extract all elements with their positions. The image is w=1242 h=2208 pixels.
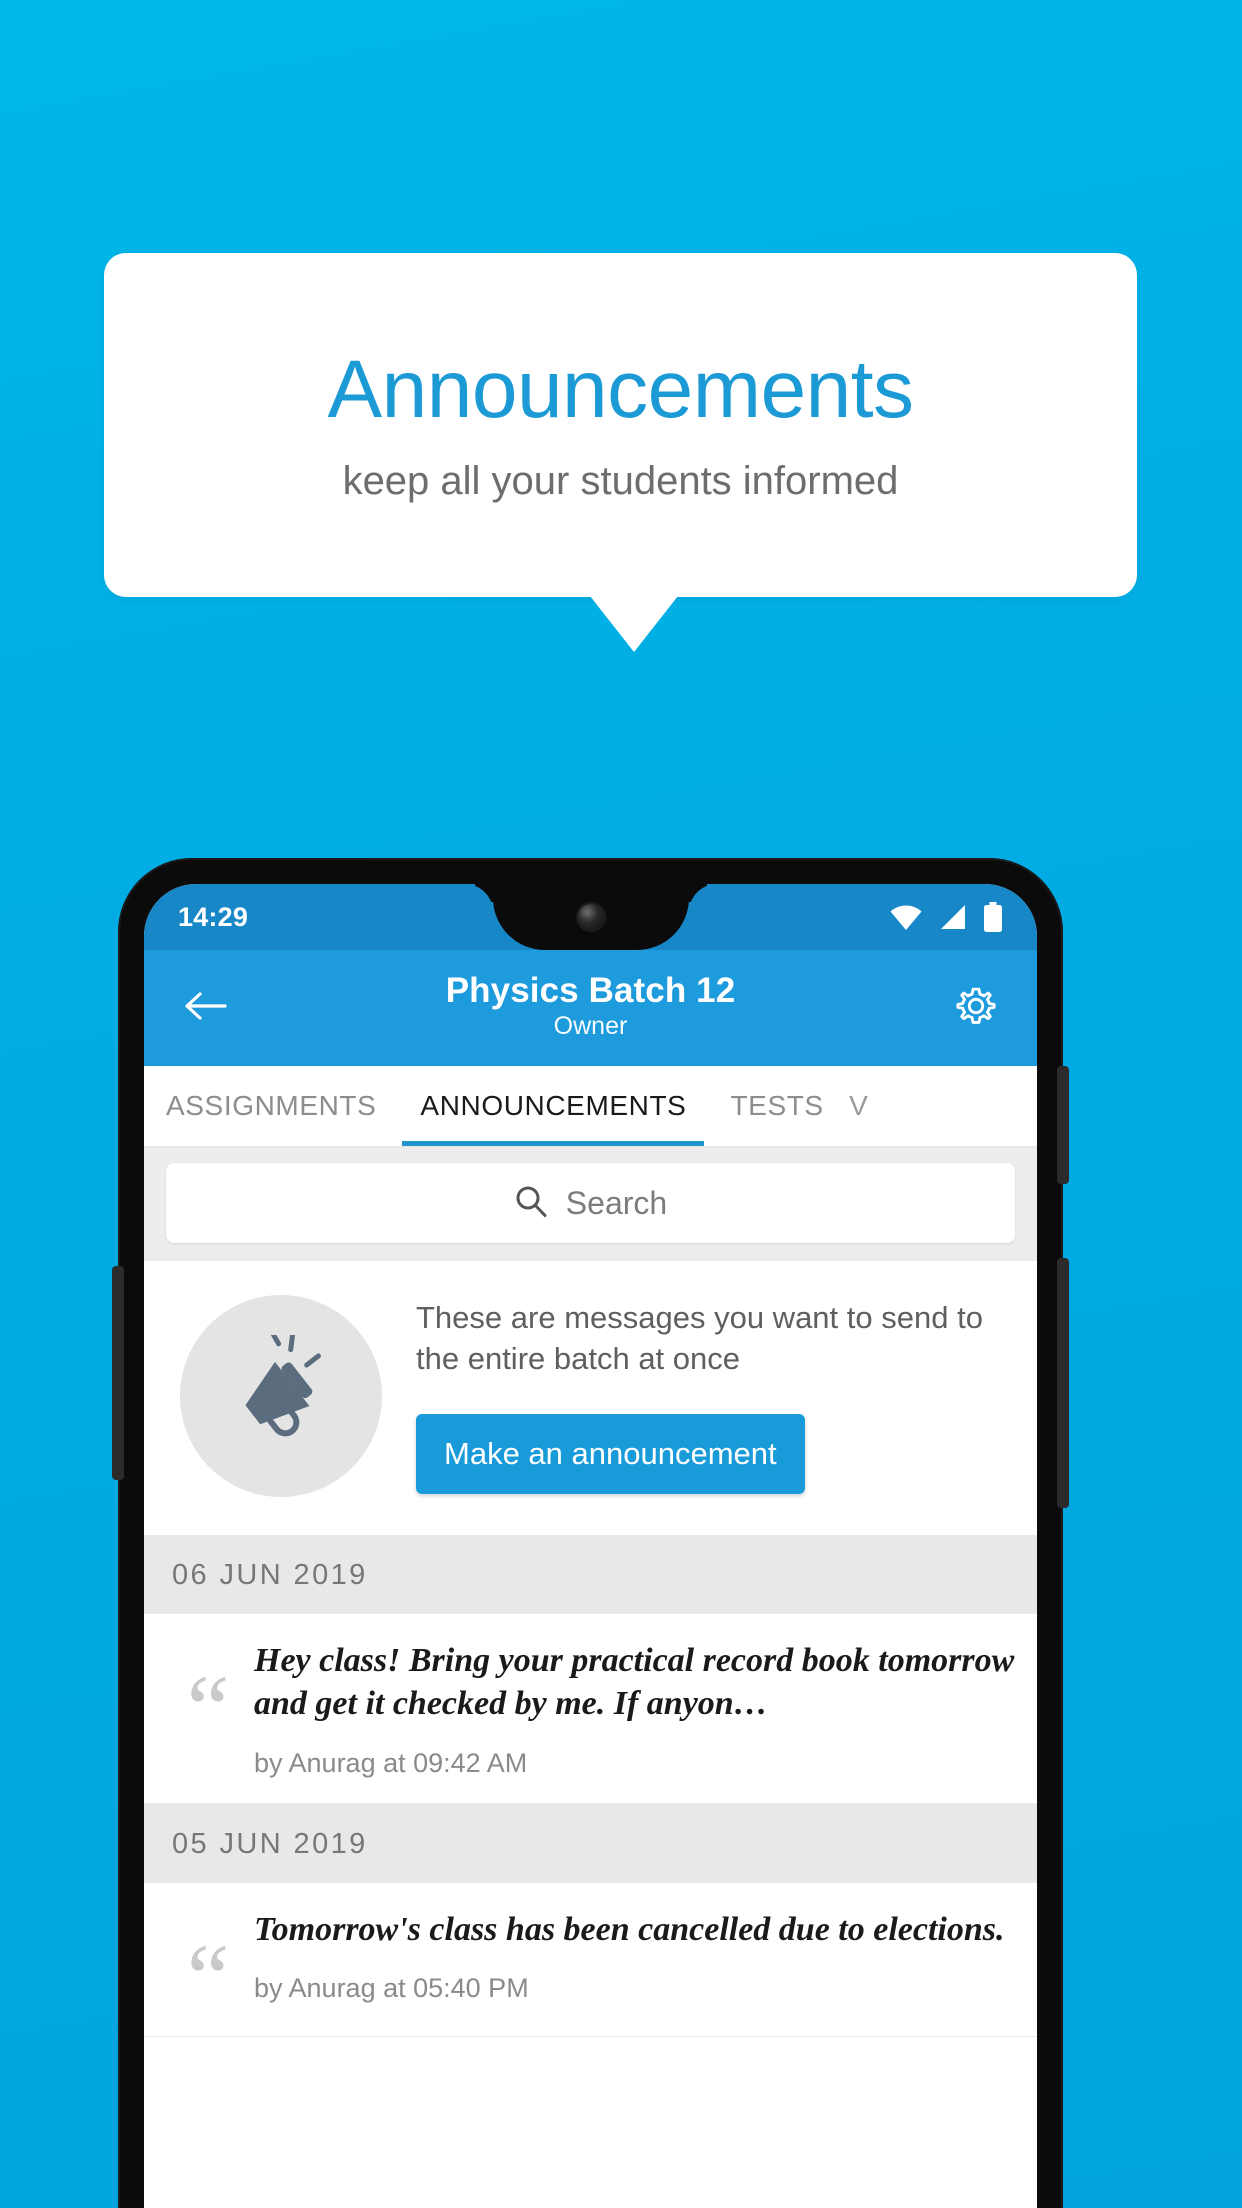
back-button[interactable] xyxy=(174,977,236,1039)
quote-icon: “ xyxy=(186,1923,230,2031)
phone-mockup: 14:29 Physics Batch 12 Owner ASSIGNMENTS… xyxy=(112,858,1069,2208)
make-announcement-button[interactable]: Make an announcement xyxy=(416,1413,805,1494)
page-title: Physics Batch 12 xyxy=(445,970,736,1010)
front-camera-icon xyxy=(577,904,604,930)
promo-card: Announcements keep all your students inf… xyxy=(104,253,1137,597)
quote-icon: “ xyxy=(186,1655,230,1762)
promo-card-tail xyxy=(590,596,678,652)
wifi-icon xyxy=(889,904,923,930)
promo-screenshot: Announcements keep all your students inf… xyxy=(0,0,1242,2208)
search-placeholder: Search xyxy=(565,1184,668,1221)
announcement-content: Tomorrow's class has been cancelled due … xyxy=(254,1909,1015,2005)
settings-button[interactable] xyxy=(945,977,1007,1039)
signal-icon xyxy=(939,904,967,930)
tab-announcements[interactable]: ANNOUNCEMENTS xyxy=(398,1066,708,1146)
phone-side-button-volume[interactable] xyxy=(1057,1066,1069,1184)
date-header: 05 JUN 2019 xyxy=(144,1803,1037,1883)
tab-tests[interactable]: TESTS xyxy=(708,1066,845,1146)
announcement-list-item[interactable]: “ Tomorrow's class has been cancelled du… xyxy=(144,1882,1037,2037)
announcement-text: Tomorrow's class has been cancelled due … xyxy=(254,1910,1005,1948)
phone-notch xyxy=(492,884,689,950)
search-icon xyxy=(514,1184,548,1223)
search-bar-container: Search xyxy=(144,1147,1037,1261)
announcement-content: Hey class! Bring your practical record b… xyxy=(254,1640,1015,1779)
announcement-intro-text: These are messages you want to send to t… xyxy=(416,1300,983,1376)
phone-screen: 14:29 Physics Batch 12 Owner ASSIGNMENTS… xyxy=(144,884,1037,2208)
announcement-intro-card: These are messages you want to send to t… xyxy=(144,1261,1037,1535)
tab-next-partial[interactable]: V xyxy=(846,1066,872,1146)
megaphone-icon xyxy=(222,1329,340,1458)
tab-assignments[interactable]: ASSIGNMENTS xyxy=(144,1066,398,1146)
back-arrow-icon xyxy=(183,989,227,1028)
page-subtitle: Owner xyxy=(553,1012,628,1041)
app-bar-titles: Physics Batch 12 Owner xyxy=(236,970,945,1044)
tab-bar: ASSIGNMENTS ANNOUNCEMENTS TESTS V xyxy=(144,1066,1037,1147)
status-bar-clock: 14:29 xyxy=(178,901,249,932)
announcement-intro-content: These are messages you want to send to t… xyxy=(416,1298,1007,1494)
promo-title: Announcements xyxy=(327,343,914,435)
announcement-meta: by Anurag at 05:40 PM xyxy=(254,1973,529,2004)
search-input[interactable]: Search xyxy=(166,1163,1015,1243)
announcement-list-item[interactable]: “ Hey class! Bring your practical record… xyxy=(144,1614,1037,1804)
announcement-meta: by Anurag at 09:42 AM xyxy=(254,1747,528,1778)
app-bar: Physics Batch 12 Owner xyxy=(144,950,1037,1066)
promo-subtitle: keep all your students informed xyxy=(342,459,899,504)
phone-side-button-power[interactable] xyxy=(1057,1258,1069,1508)
battery-icon xyxy=(983,902,1003,932)
date-header: 06 JUN 2019 xyxy=(144,1535,1037,1614)
megaphone-icon-container xyxy=(180,1295,382,1497)
gear-icon xyxy=(953,983,999,1034)
phone-side-button-left[interactable] xyxy=(112,1266,124,1480)
status-bar-icons xyxy=(889,902,1003,932)
announcement-text: Hey class! Bring your practical record b… xyxy=(254,1642,1015,1722)
